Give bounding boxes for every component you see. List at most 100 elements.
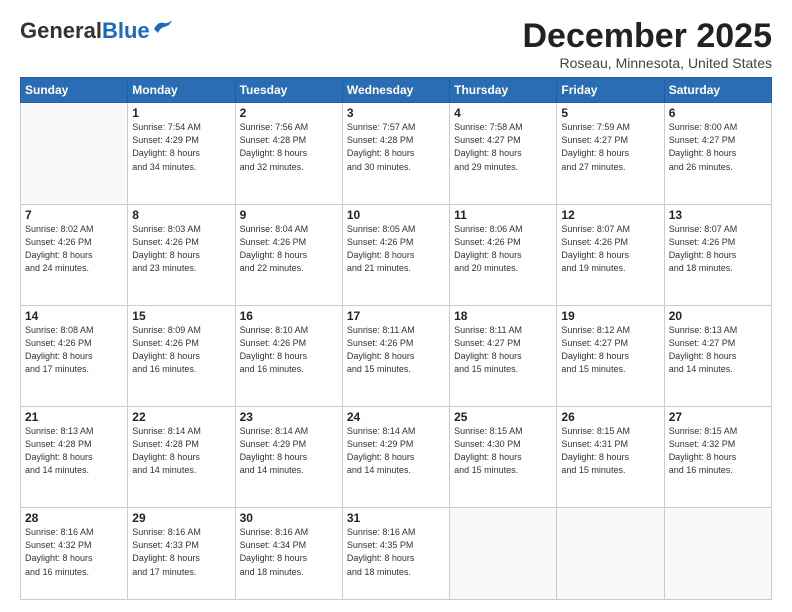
day-info: Sunrise: 8:14 AMSunset: 4:29 PMDaylight:… bbox=[347, 425, 445, 477]
calendar-cell: 9Sunrise: 8:04 AMSunset: 4:26 PMDaylight… bbox=[235, 204, 342, 305]
day-number: 21 bbox=[25, 410, 123, 424]
day-number: 13 bbox=[669, 208, 767, 222]
weekday-header: Wednesday bbox=[342, 78, 449, 103]
day-info: Sunrise: 8:14 AMSunset: 4:29 PMDaylight:… bbox=[240, 425, 338, 477]
calendar-cell: 12Sunrise: 8:07 AMSunset: 4:26 PMDayligh… bbox=[557, 204, 664, 305]
calendar-cell: 23Sunrise: 8:14 AMSunset: 4:29 PMDayligh… bbox=[235, 407, 342, 508]
day-number: 9 bbox=[240, 208, 338, 222]
day-number: 29 bbox=[132, 511, 230, 525]
weekday-header: Tuesday bbox=[235, 78, 342, 103]
day-info: Sunrise: 8:11 AMSunset: 4:27 PMDaylight:… bbox=[454, 324, 552, 376]
day-number: 19 bbox=[561, 309, 659, 323]
day-number: 5 bbox=[561, 106, 659, 120]
calendar-cell: 17Sunrise: 8:11 AMSunset: 4:26 PMDayligh… bbox=[342, 305, 449, 406]
calendar-cell: 18Sunrise: 8:11 AMSunset: 4:27 PMDayligh… bbox=[450, 305, 557, 406]
day-number: 27 bbox=[669, 410, 767, 424]
logo-general: General bbox=[20, 18, 102, 43]
day-number: 6 bbox=[669, 106, 767, 120]
day-number: 7 bbox=[25, 208, 123, 222]
calendar-cell: 3Sunrise: 7:57 AMSunset: 4:28 PMDaylight… bbox=[342, 103, 449, 204]
day-number: 23 bbox=[240, 410, 338, 424]
day-info: Sunrise: 8:00 AMSunset: 4:27 PMDaylight:… bbox=[669, 121, 767, 173]
day-info: Sunrise: 8:16 AMSunset: 4:35 PMDaylight:… bbox=[347, 526, 445, 578]
day-info: Sunrise: 8:02 AMSunset: 4:26 PMDaylight:… bbox=[25, 223, 123, 275]
day-info: Sunrise: 8:14 AMSunset: 4:28 PMDaylight:… bbox=[132, 425, 230, 477]
day-info: Sunrise: 7:56 AMSunset: 4:28 PMDaylight:… bbox=[240, 121, 338, 173]
calendar-cell: 20Sunrise: 8:13 AMSunset: 4:27 PMDayligh… bbox=[664, 305, 771, 406]
day-info: Sunrise: 8:16 AMSunset: 4:32 PMDaylight:… bbox=[25, 526, 123, 578]
calendar-cell: 29Sunrise: 8:16 AMSunset: 4:33 PMDayligh… bbox=[128, 508, 235, 600]
day-number: 8 bbox=[132, 208, 230, 222]
day-info: Sunrise: 7:54 AMSunset: 4:29 PMDaylight:… bbox=[132, 121, 230, 173]
calendar-cell: 6Sunrise: 8:00 AMSunset: 4:27 PMDaylight… bbox=[664, 103, 771, 204]
day-info: Sunrise: 8:11 AMSunset: 4:26 PMDaylight:… bbox=[347, 324, 445, 376]
day-number: 2 bbox=[240, 106, 338, 120]
calendar-cell: 14Sunrise: 8:08 AMSunset: 4:26 PMDayligh… bbox=[21, 305, 128, 406]
day-info: Sunrise: 8:15 AMSunset: 4:30 PMDaylight:… bbox=[454, 425, 552, 477]
logo-blue: Blue bbox=[102, 18, 150, 43]
weekday-header: Thursday bbox=[450, 78, 557, 103]
day-info: Sunrise: 8:07 AMSunset: 4:26 PMDaylight:… bbox=[561, 223, 659, 275]
day-info: Sunrise: 8:16 AMSunset: 4:33 PMDaylight:… bbox=[132, 526, 230, 578]
day-number: 12 bbox=[561, 208, 659, 222]
calendar-cell: 31Sunrise: 8:16 AMSunset: 4:35 PMDayligh… bbox=[342, 508, 449, 600]
day-info: Sunrise: 7:57 AMSunset: 4:28 PMDaylight:… bbox=[347, 121, 445, 173]
day-info: Sunrise: 8:13 AMSunset: 4:28 PMDaylight:… bbox=[25, 425, 123, 477]
calendar-cell: 8Sunrise: 8:03 AMSunset: 4:26 PMDaylight… bbox=[128, 204, 235, 305]
day-info: Sunrise: 8:07 AMSunset: 4:26 PMDaylight:… bbox=[669, 223, 767, 275]
calendar-cell: 7Sunrise: 8:02 AMSunset: 4:26 PMDaylight… bbox=[21, 204, 128, 305]
day-number: 24 bbox=[347, 410, 445, 424]
calendar-table: SundayMondayTuesdayWednesdayThursdayFrid… bbox=[20, 77, 772, 600]
calendar-cell: 5Sunrise: 7:59 AMSunset: 4:27 PMDaylight… bbox=[557, 103, 664, 204]
day-number: 18 bbox=[454, 309, 552, 323]
calendar-cell: 25Sunrise: 8:15 AMSunset: 4:30 PMDayligh… bbox=[450, 407, 557, 508]
day-number: 3 bbox=[347, 106, 445, 120]
calendar-cell: 22Sunrise: 8:14 AMSunset: 4:28 PMDayligh… bbox=[128, 407, 235, 508]
day-info: Sunrise: 8:06 AMSunset: 4:26 PMDaylight:… bbox=[454, 223, 552, 275]
calendar-cell: 28Sunrise: 8:16 AMSunset: 4:32 PMDayligh… bbox=[21, 508, 128, 600]
weekday-header: Saturday bbox=[664, 78, 771, 103]
calendar-cell: 10Sunrise: 8:05 AMSunset: 4:26 PMDayligh… bbox=[342, 204, 449, 305]
day-number: 17 bbox=[347, 309, 445, 323]
day-info: Sunrise: 8:10 AMSunset: 4:26 PMDaylight:… bbox=[240, 324, 338, 376]
calendar-cell bbox=[664, 508, 771, 600]
day-number: 10 bbox=[347, 208, 445, 222]
day-info: Sunrise: 7:59 AMSunset: 4:27 PMDaylight:… bbox=[561, 121, 659, 173]
calendar-cell bbox=[450, 508, 557, 600]
weekday-header: Friday bbox=[557, 78, 664, 103]
weekday-header: Monday bbox=[128, 78, 235, 103]
day-info: Sunrise: 8:16 AMSunset: 4:34 PMDaylight:… bbox=[240, 526, 338, 578]
day-info: Sunrise: 8:15 AMSunset: 4:31 PMDaylight:… bbox=[561, 425, 659, 477]
day-info: Sunrise: 8:09 AMSunset: 4:26 PMDaylight:… bbox=[132, 324, 230, 376]
calendar-cell: 21Sunrise: 8:13 AMSunset: 4:28 PMDayligh… bbox=[21, 407, 128, 508]
day-number: 16 bbox=[240, 309, 338, 323]
calendar-cell: 24Sunrise: 8:14 AMSunset: 4:29 PMDayligh… bbox=[342, 407, 449, 508]
logo-text: GeneralBlue bbox=[20, 18, 150, 44]
day-number: 4 bbox=[454, 106, 552, 120]
calendar-cell: 1Sunrise: 7:54 AMSunset: 4:29 PMDaylight… bbox=[128, 103, 235, 204]
weekday-header: Sunday bbox=[21, 78, 128, 103]
calendar-cell: 2Sunrise: 7:56 AMSunset: 4:28 PMDaylight… bbox=[235, 103, 342, 204]
day-number: 20 bbox=[669, 309, 767, 323]
calendar-cell: 13Sunrise: 8:07 AMSunset: 4:26 PMDayligh… bbox=[664, 204, 771, 305]
day-number: 1 bbox=[132, 106, 230, 120]
day-info: Sunrise: 8:15 AMSunset: 4:32 PMDaylight:… bbox=[669, 425, 767, 477]
location: Roseau, Minnesota, United States bbox=[522, 55, 772, 71]
calendar-cell: 4Sunrise: 7:58 AMSunset: 4:27 PMDaylight… bbox=[450, 103, 557, 204]
title-block: December 2025 Roseau, Minnesota, United … bbox=[522, 18, 772, 71]
calendar-cell bbox=[557, 508, 664, 600]
day-info: Sunrise: 7:58 AMSunset: 4:27 PMDaylight:… bbox=[454, 121, 552, 173]
day-info: Sunrise: 8:13 AMSunset: 4:27 PMDaylight:… bbox=[669, 324, 767, 376]
calendar-cell: 27Sunrise: 8:15 AMSunset: 4:32 PMDayligh… bbox=[664, 407, 771, 508]
calendar-cell: 26Sunrise: 8:15 AMSunset: 4:31 PMDayligh… bbox=[557, 407, 664, 508]
page: GeneralBlue December 2025 Roseau, Minnes… bbox=[0, 0, 792, 612]
logo: GeneralBlue bbox=[20, 18, 174, 44]
day-number: 26 bbox=[561, 410, 659, 424]
day-number: 11 bbox=[454, 208, 552, 222]
day-number: 28 bbox=[25, 511, 123, 525]
day-info: Sunrise: 8:12 AMSunset: 4:27 PMDaylight:… bbox=[561, 324, 659, 376]
day-number: 22 bbox=[132, 410, 230, 424]
calendar-cell: 16Sunrise: 8:10 AMSunset: 4:26 PMDayligh… bbox=[235, 305, 342, 406]
calendar-cell: 30Sunrise: 8:16 AMSunset: 4:34 PMDayligh… bbox=[235, 508, 342, 600]
calendar-cell: 19Sunrise: 8:12 AMSunset: 4:27 PMDayligh… bbox=[557, 305, 664, 406]
